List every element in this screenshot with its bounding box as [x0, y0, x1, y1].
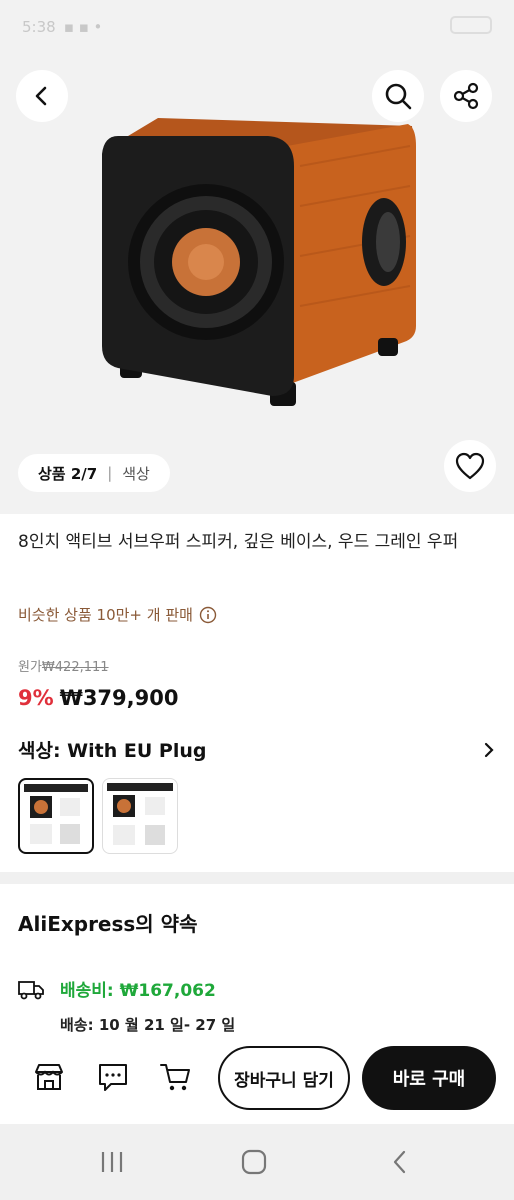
original-price-row: 원가₩422,111: [18, 656, 109, 675]
thumbnail-image: [107, 783, 173, 845]
promise-title: AliExpress의 약속: [18, 912, 198, 936]
chat-icon: [99, 1064, 127, 1091]
cart-button[interactable]: [158, 1060, 192, 1094]
shipping-row[interactable]: 배송비: ₩167,062: [18, 976, 216, 1001]
status-bar: 5:38 ▪ ▪ •: [0, 0, 514, 56]
image-counter[interactable]: 상품 2/7 | 색상: [18, 454, 170, 492]
share-icon: [453, 82, 479, 110]
delivery-date: 배송: 10 월 21 일- 27 일: [60, 1016, 236, 1034]
recents-icon: [101, 1152, 123, 1172]
heart-icon: [455, 452, 485, 480]
back-icon: [35, 86, 47, 106]
product-image-gallery[interactable]: 상품 2/7 | 색상: [0, 56, 514, 514]
product-title: 8인치 액티브 서브우퍼 스피커, 깊은 베이스, 우드 그레인 우퍼: [18, 532, 459, 552]
price-row: 9% ₩379,900: [18, 686, 178, 710]
thumbnail-image: [24, 784, 88, 844]
color-thumbnails: [18, 778, 178, 854]
share-button[interactable]: [440, 70, 492, 122]
color-label: 색상: With EU Plug: [18, 740, 207, 762]
truck-icon: [18, 980, 44, 999]
original-label: 원가: [18, 660, 42, 675]
cart-icon: [160, 1064, 190, 1091]
action-bar: 장바구니 담기 바로 구매: [0, 1040, 514, 1124]
status-time: 5:38: [22, 18, 56, 36]
shipping-cost: 배송비: ₩167,062: [60, 981, 216, 1001]
current-price: ₩379,900: [59, 686, 179, 710]
discount-badge: 9%: [18, 686, 54, 710]
wishlist-button[interactable]: [444, 440, 496, 492]
original-price: ₩422,111: [41, 660, 109, 675]
nav-back-button[interactable]: [380, 1146, 420, 1178]
battery-icon: [450, 16, 492, 34]
add-to-cart-button[interactable]: 장바구니 담기: [218, 1046, 350, 1110]
chevron-right-icon: [484, 742, 494, 757]
info-icon[interactable]: [199, 606, 217, 624]
chat-button[interactable]: [96, 1060, 130, 1094]
section-divider: [0, 872, 514, 884]
divider: |: [107, 464, 113, 482]
nav-back-icon: [393, 1150, 406, 1174]
search-icon: [385, 83, 412, 110]
product-image: [102, 118, 416, 406]
home-icon: [241, 1149, 267, 1175]
store-button[interactable]: [32, 1060, 66, 1094]
color-selector[interactable]: 색상: With EU Plug: [18, 736, 496, 763]
buy-now-button[interactable]: 바로 구매: [362, 1046, 496, 1110]
color-tab[interactable]: 색상: [122, 463, 150, 484]
search-button[interactable]: [372, 70, 424, 122]
status-icons: ▪ ▪ •: [63, 18, 103, 36]
color-option-selected[interactable]: [18, 778, 94, 854]
recents-button[interactable]: [92, 1146, 132, 1178]
store-icon: [35, 1064, 63, 1090]
home-button[interactable]: [234, 1146, 274, 1178]
system-nav-bar: [0, 1124, 514, 1200]
sold-info[interactable]: 비슷한 상품 10만+ 개 판매: [18, 604, 217, 625]
sold-text: 비슷한 상품 10만+ 개 판매: [18, 606, 193, 624]
back-button[interactable]: [16, 70, 68, 122]
image-index: 상품 2/7: [38, 464, 98, 483]
color-option[interactable]: [102, 778, 178, 854]
